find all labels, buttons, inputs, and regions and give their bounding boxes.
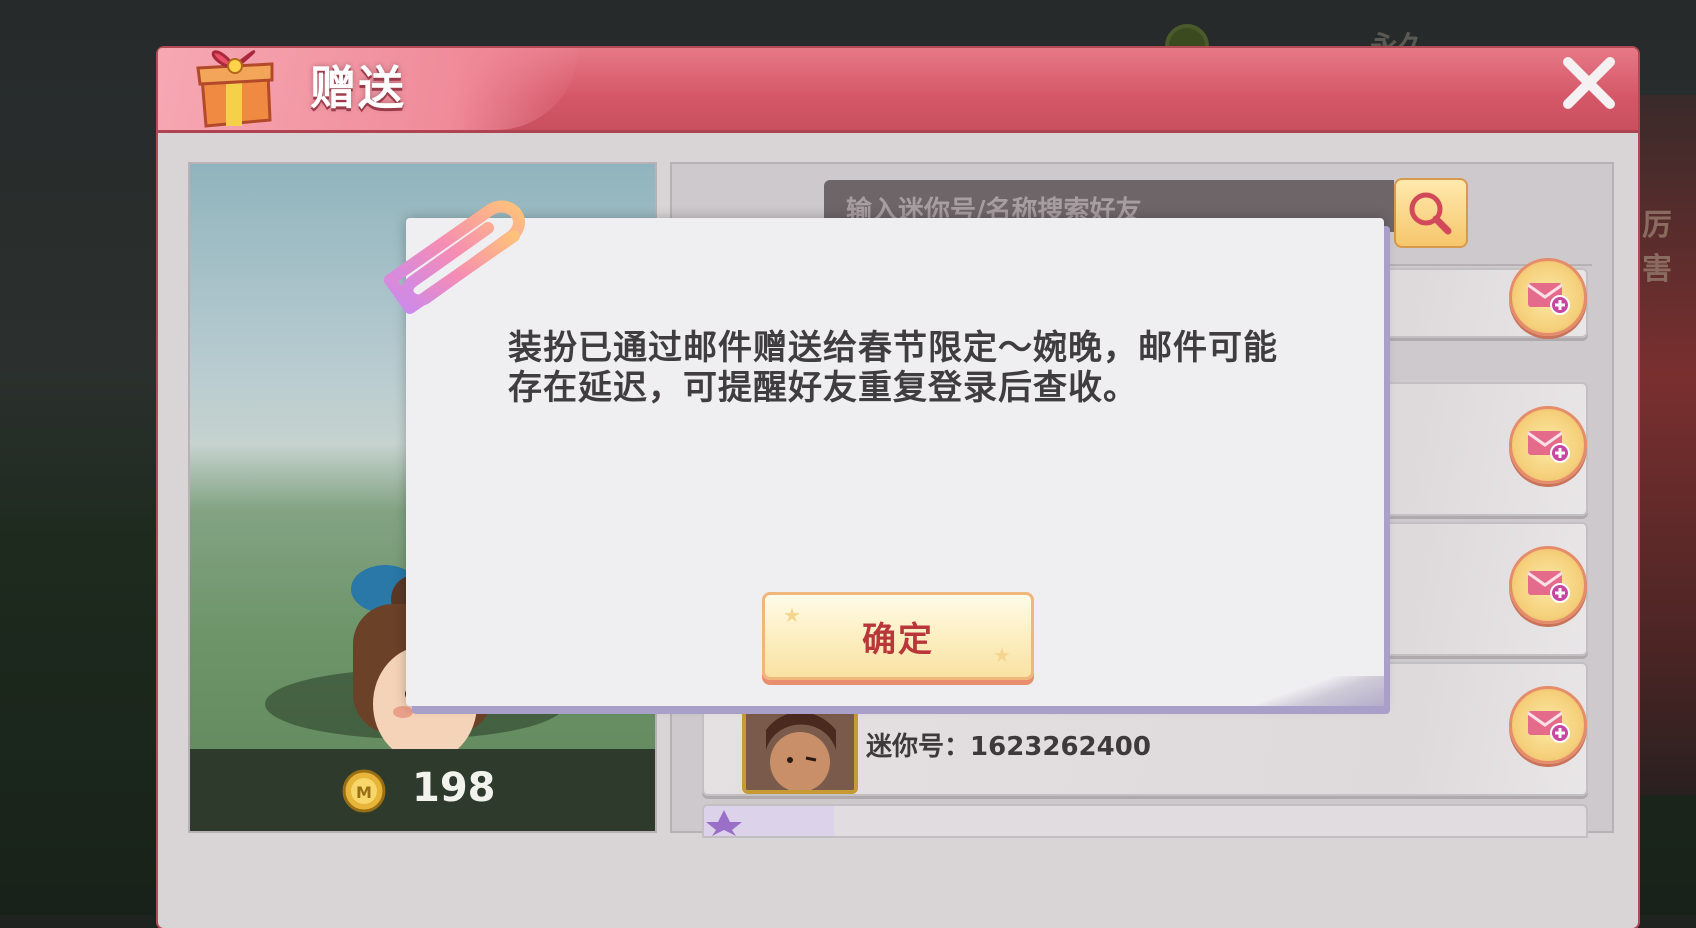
panel-header: 赠送 [158,48,1638,133]
send-mail-icon [1527,711,1570,743]
send-mail-button[interactable] [1509,406,1587,484]
search-button[interactable] [1394,178,1468,248]
send-mail-button[interactable] [1509,546,1587,624]
mini-id-label: 迷你号： [866,732,971,762]
avatar [742,706,858,794]
paperclip-icon [384,200,525,314]
svg-text:M: M [356,783,372,802]
star-decoration: ★ [783,603,801,627]
list-item[interactable] [702,804,1588,838]
star-decoration: ★ [993,643,1011,667]
page-curl [1244,676,1384,706]
close-button[interactable] [1556,50,1622,116]
background-side-text: 厉害 [1642,208,1672,287]
coin-bar: M 198 [190,749,655,831]
friend-mini-id: 迷你号：1623262400 [866,726,1151,763]
send-mail-icon [1527,283,1570,315]
send-mail-button[interactable] [1509,258,1587,336]
dialog-message: 装扮已通过邮件赠送给春节限定～婉晚，邮件可能存在延迟，可提醒好友重复登录后查收。 [508,328,1278,408]
confirm-label: 确定 [862,619,934,660]
avatar [704,806,834,836]
coin-value: 198 [412,765,496,811]
send-mail-button[interactable] [1509,686,1587,764]
send-mail-icon [1527,431,1570,463]
mini-coin-icon: M [342,769,386,813]
gift-box-icon [196,50,274,128]
magnifier-icon [1409,192,1452,235]
confirm-button[interactable]: ★ ★ 确定 [762,592,1034,680]
notice-dialog: 装扮已通过邮件赠送给春节限定～婉晚，邮件可能存在延迟，可提醒好友重复登录后查收。… [406,218,1384,706]
send-mail-icon [1527,571,1570,603]
panel-title: 赠送 [310,61,406,115]
mini-id-value: 1623262400 [970,732,1151,762]
